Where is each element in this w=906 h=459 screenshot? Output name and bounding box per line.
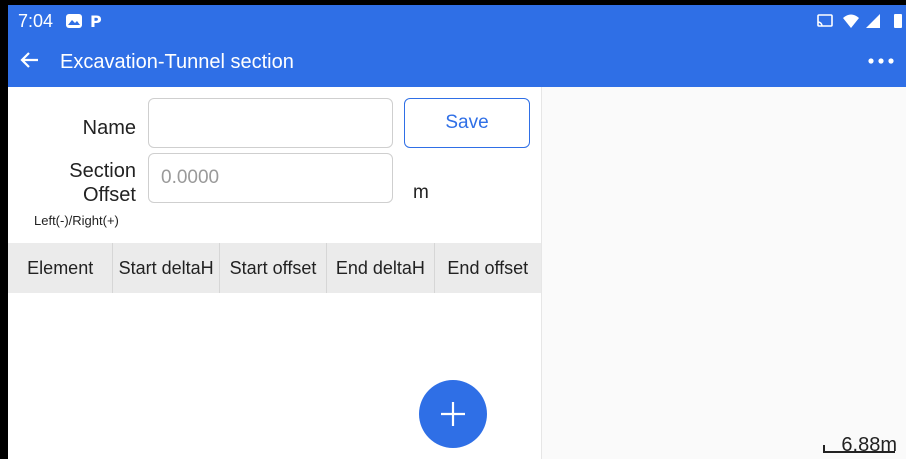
offset-unit: m [413, 182, 429, 203]
scale-label: 6.88m [841, 434, 897, 456]
section-editor-panel: Name Save Section Offset Left(-)/Right(+… [8, 87, 541, 459]
gallery-notification-icon [66, 14, 82, 28]
section-offset-label-line1: Section [69, 160, 136, 182]
section-offset-hint: Left(-)/Right(+) [34, 213, 119, 228]
column-element: Element [8, 243, 114, 293]
column-end-offset: End offset [447, 258, 529, 278]
svg-text:P: P [90, 12, 102, 30]
table-header: Element Start deltaH Start offset End de… [8, 243, 541, 293]
name-input[interactable] [148, 98, 393, 148]
overflow-menu-icon[interactable] [868, 56, 894, 66]
plus-icon [441, 402, 465, 426]
app-window: 7:04 P Excavation-Tunnel section Name Sa… [8, 5, 906, 459]
page-title: Excavation-Tunnel section [60, 51, 294, 73]
column-start-deltah: Start deltaH [113, 243, 220, 293]
battery-icon [894, 14, 902, 28]
section-preview-canvas[interactable]: 6.88m [541, 87, 906, 459]
save-button[interactable]: Save [404, 98, 530, 148]
status-time: 7:04 [18, 11, 54, 31]
wifi-icon [843, 14, 859, 28]
status-bar: 7:04 P [8, 5, 906, 37]
back-arrow-icon[interactable] [18, 48, 42, 72]
add-element-button[interactable] [419, 380, 487, 448]
section-offset-input[interactable] [148, 153, 393, 203]
signal-icon [866, 14, 880, 28]
column-start-offset: Start offset [220, 243, 328, 293]
section-offset-label-line2: Offset [83, 184, 136, 206]
parking-notification-icon: P [90, 12, 102, 30]
app-bar: Excavation-Tunnel section [8, 37, 906, 87]
column-end-deltah: End deltaH [327, 243, 435, 293]
cast-icon [817, 14, 833, 27]
name-label: Name [82, 117, 136, 139]
